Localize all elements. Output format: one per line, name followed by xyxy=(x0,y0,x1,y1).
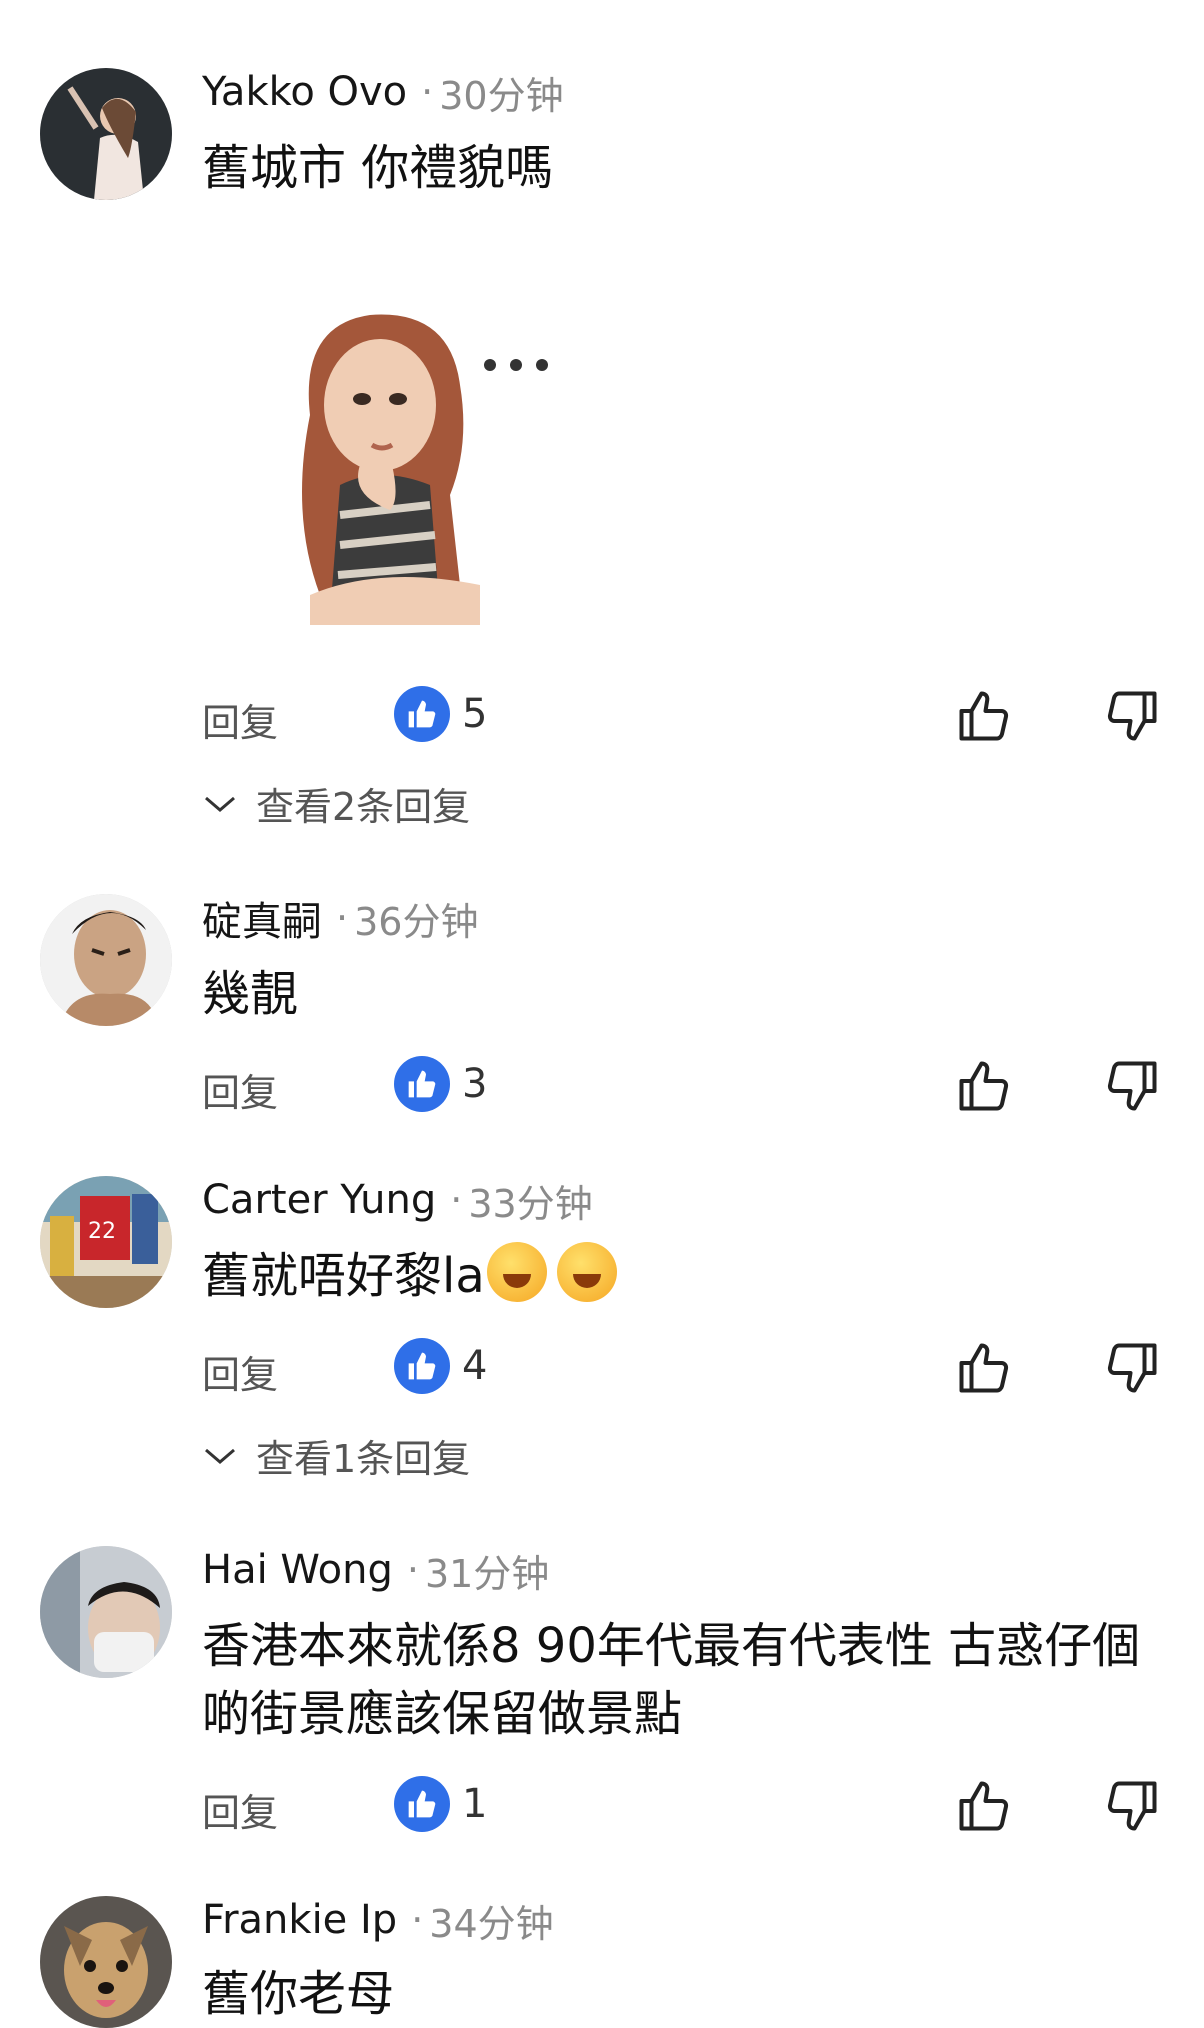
like-count: 4 xyxy=(462,1343,488,1389)
comment-author[interactable]: Frankie Ip xyxy=(202,1897,397,1943)
like-summary: 5 xyxy=(394,686,487,742)
reply-button[interactable]: 回复 xyxy=(202,1062,278,1117)
like-count: 3 xyxy=(462,1061,488,1107)
comment-text: 舊就唔好黎la xyxy=(202,1242,1162,1310)
svg-text:22: 22 xyxy=(88,1219,116,1244)
chevron-down-icon xyxy=(205,1448,235,1464)
view-replies-label: 查看2条回复 xyxy=(256,785,471,829)
comment-actions: 回复 3 xyxy=(202,1056,1162,1116)
comment-text: 舊城市 你禮貌嗎 xyxy=(202,140,554,196)
like-badge-icon xyxy=(394,1338,450,1394)
comment-time: 33分钟 xyxy=(468,1181,593,1226)
comment-author[interactable]: 碇真嗣 xyxy=(202,889,322,947)
comment-author[interactable]: Carter Yung xyxy=(202,1177,436,1223)
like-badge-icon xyxy=(394,686,450,742)
meta-separator: · xyxy=(421,70,434,114)
thumbs-up-icon[interactable] xyxy=(954,1338,1014,1398)
thumbs-down-icon[interactable] xyxy=(1102,1056,1162,1116)
thumbs-down-icon[interactable] xyxy=(1102,686,1162,746)
thumbs-down-icon[interactable] xyxy=(1102,1776,1162,1836)
comment-time: 34分钟 xyxy=(429,1901,554,1946)
comment-time: 30分钟 xyxy=(439,73,564,118)
avatar[interactable] xyxy=(40,1546,172,1678)
rolling-laughing-emoji xyxy=(556,1242,617,1302)
meta-separator: · xyxy=(450,1178,463,1222)
like-count: 1 xyxy=(462,1781,488,1827)
comment-actions: 回复 4 xyxy=(202,1338,1162,1398)
view-replies-toggle[interactable]: 查看1条回复 xyxy=(202,1428,470,1483)
avatar[interactable] xyxy=(40,894,172,1026)
view-replies-toggle[interactable]: 查看2条回复 xyxy=(202,776,470,831)
comment-actions: 回复 1 xyxy=(202,1776,1162,1836)
rolling-laughing-emoji xyxy=(486,1242,547,1302)
reply-button[interactable]: 回复 xyxy=(202,692,278,747)
comment-author[interactable]: Yakko Ovo xyxy=(202,69,407,115)
comment-time: 36分钟 xyxy=(354,899,479,944)
comment-text: 幾靚 xyxy=(202,966,299,1022)
meta-separator: · xyxy=(411,1898,424,1942)
avatar[interactable] xyxy=(40,68,172,200)
like-summary: 4 xyxy=(394,1338,487,1394)
comment-text: 香港本來就係8 90年代最有代表性 古惑仔個啲街景應該保留做景點 xyxy=(202,1618,1141,1742)
meta-separator: · xyxy=(336,896,349,940)
comment-time: 31分钟 xyxy=(424,1551,550,1596)
meta-separator: · xyxy=(406,1548,419,1592)
comment-actions: 回复 5 xyxy=(202,686,1162,746)
reply-button[interactable]: 回复 xyxy=(202,1782,278,1837)
like-badge-icon xyxy=(394,1776,450,1832)
thumbs-up-icon[interactable] xyxy=(954,686,1014,746)
like-summary: 1 xyxy=(394,1776,487,1832)
comment-author[interactable]: Hai Wong xyxy=(202,1547,393,1593)
like-badge-icon xyxy=(394,1056,450,1112)
like-summary: 3 xyxy=(394,1056,487,1112)
sticker-image xyxy=(280,295,600,655)
reply-button[interactable]: 回复 xyxy=(202,1344,278,1399)
thumbs-up-icon[interactable] xyxy=(954,1056,1014,1116)
chevron-down-icon xyxy=(205,796,235,812)
avatar[interactable]: 22 xyxy=(40,1176,172,1308)
view-replies-label: 查看1条回复 xyxy=(256,1437,471,1481)
thumbs-down-icon[interactable] xyxy=(1102,1338,1162,1398)
comment-text-content: 舊就唔好黎la xyxy=(202,1248,485,1304)
like-count: 5 xyxy=(462,691,488,737)
avatar[interactable] xyxy=(40,1896,172,2028)
thumbs-up-icon[interactable] xyxy=(954,1776,1014,1836)
